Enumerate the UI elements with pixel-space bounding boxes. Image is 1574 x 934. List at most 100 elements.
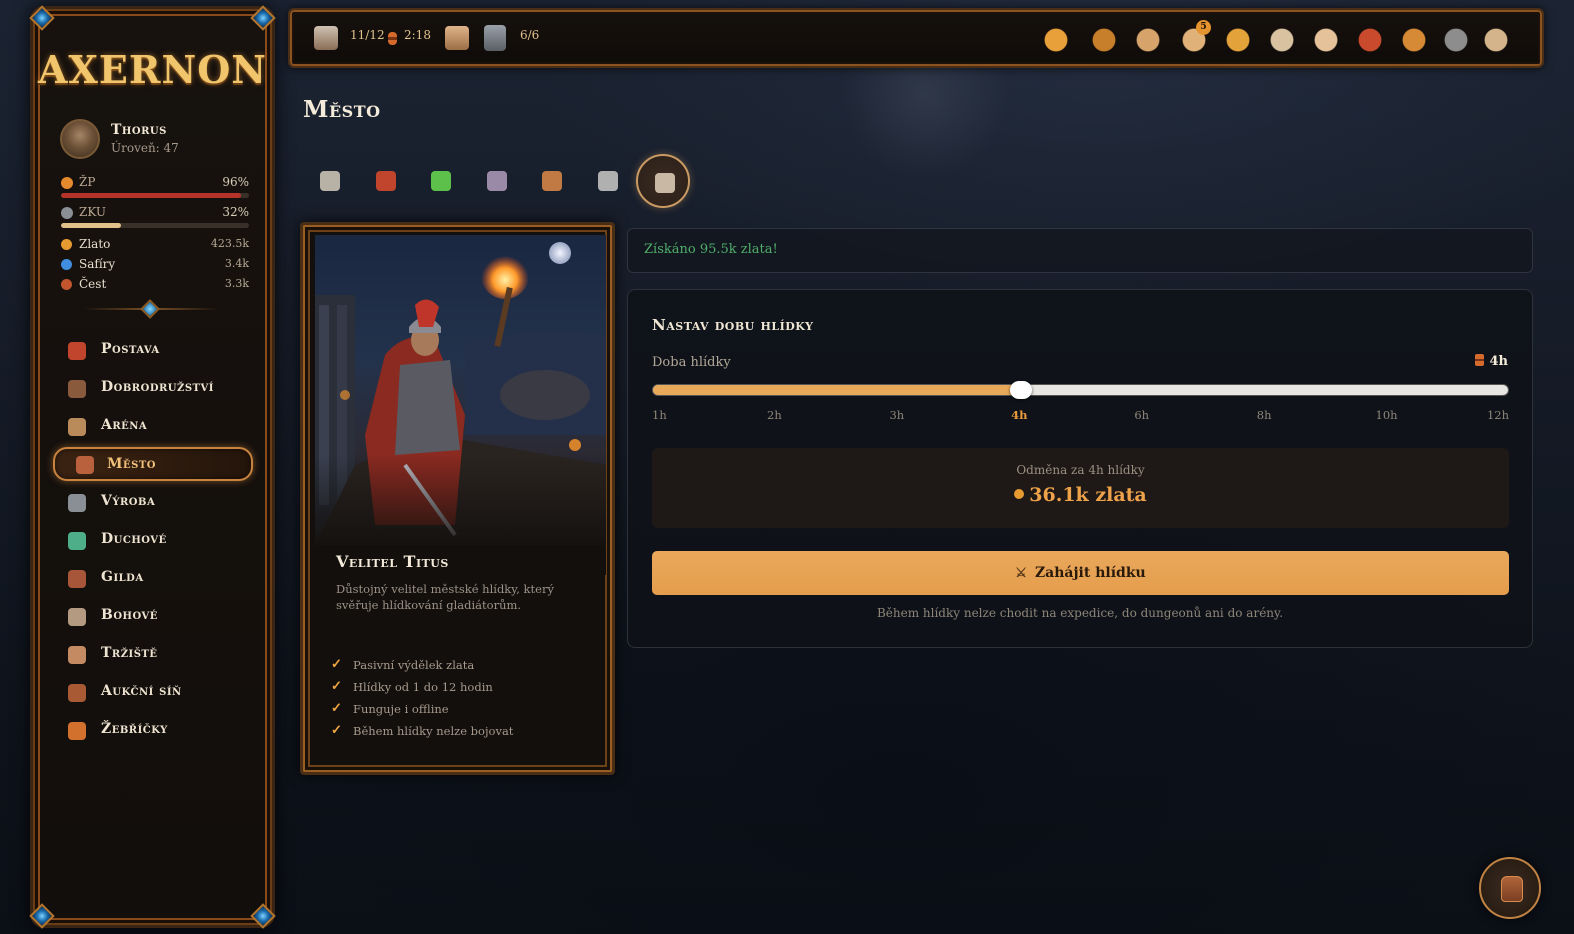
- player-name: Thorus: [111, 122, 167, 138]
- feature-text: Pasivní výdělek zlata: [353, 658, 475, 672]
- npc-name: Velitel Titus: [336, 552, 449, 571]
- inventory-button[interactable]: [1479, 857, 1541, 919]
- sidebar-item-label: Bohové: [101, 607, 158, 623]
- resource-value: 423.5k: [210, 237, 249, 250]
- sidebar-item-dobrodružství[interactable]: Dobrodružství: [53, 369, 253, 407]
- success-alert: Získáno 95.5k zlata!: [627, 228, 1533, 273]
- sidebar-item-label: Výroba: [101, 493, 156, 509]
- duration-ticks: 1h 2h 3h 4h 6h 8h 10h 12h: [652, 408, 1509, 424]
- hp-label: ŽP: [79, 175, 96, 189]
- sidebar-item-gilda[interactable]: Gilda: [53, 559, 253, 597]
- treasure-map-icon[interactable]: [1134, 26, 1162, 54]
- feature-item: ✓ Funguje i offline: [331, 701, 591, 723]
- potion-icon: [431, 171, 451, 191]
- god-statue-icon: [68, 608, 86, 626]
- npc-card: Velitel Titus Důstojný velitel městské h…: [300, 222, 615, 775]
- expeditions-counter: 11/12: [350, 28, 385, 42]
- tick-label[interactable]: 10h: [1376, 408, 1398, 422]
- city-icon: [76, 456, 94, 474]
- duration-value-text: 4h: [1489, 354, 1509, 369]
- sidebar-item-bohové[interactable]: Bohové: [53, 597, 253, 635]
- xp-icon: [61, 207, 73, 219]
- resource-row: Čest 3.3k: [61, 277, 249, 293]
- tab-market[interactable]: [525, 154, 579, 208]
- npc-description: Důstojný velitel městské hlídky, který s…: [336, 582, 554, 612]
- tab-watch[interactable]: [636, 154, 690, 208]
- tab-training[interactable]: [581, 154, 635, 208]
- crown-icon[interactable]: [1042, 26, 1070, 54]
- tower-icon[interactable]: [484, 25, 506, 51]
- tick-label[interactable]: 1h: [652, 408, 667, 422]
- ornament-gem-icon: [27, 3, 57, 33]
- mail-icon[interactable]: [1312, 26, 1340, 54]
- crossed-swords-icon: ⚔: [1015, 566, 1027, 581]
- colosseum-icon[interactable]: [445, 26, 469, 50]
- sidebar-item-duchové[interactable]: Duchové: [53, 521, 253, 559]
- check-icon: ✓: [331, 723, 342, 738]
- check-icon: ✓: [331, 701, 342, 716]
- player-level: Úroveň: 47: [111, 141, 179, 155]
- sidebar-item-výroba[interactable]: Výroba: [53, 483, 253, 521]
- page-title: Město: [303, 96, 381, 123]
- tab-blacksmith[interactable]: [303, 154, 357, 208]
- sidebar-item-postava[interactable]: Postava: [53, 331, 253, 369]
- feature-item: ✓ Během hlídky nelze bojovat: [331, 723, 591, 745]
- sidebar-item-label: Dobrodružství: [101, 379, 214, 395]
- reward-amount: 36.1k zlata: [652, 484, 1509, 506]
- hourglass-icon: [388, 32, 397, 45]
- hammer-icon: [68, 494, 86, 512]
- hourglass-icon: [1474, 354, 1484, 366]
- sidebar-item-žebříčky[interactable]: Žebříčky: [53, 711, 253, 749]
- boot-icon[interactable]: [314, 26, 338, 50]
- game-logo: AXERNON: [37, 47, 268, 92]
- quest-scroll-icon[interactable]: 5: [1180, 20, 1211, 54]
- resource-row: Safíry 3.4k: [61, 257, 249, 273]
- tab-armorer[interactable]: [359, 154, 413, 208]
- player-card[interactable]: Thorus Úroveň: 47: [60, 119, 250, 163]
- temple-icon[interactable]: [1482, 26, 1510, 54]
- gear-icon[interactable]: [1442, 26, 1470, 54]
- tick-label[interactable]: 3h: [889, 408, 904, 422]
- resource-value: 3.3k: [224, 277, 249, 290]
- market-icon: [68, 646, 86, 664]
- scroll-icon[interactable]: [1268, 26, 1296, 54]
- adventurer-icon: [68, 380, 86, 398]
- resource-label: Zlato: [79, 237, 111, 251]
- hp-stat: ŽP 96%: [61, 175, 249, 191]
- medal-icon[interactable]: [1356, 26, 1384, 54]
- start-watch-label: Zahájit hlídku: [1034, 565, 1146, 581]
- help-icon[interactable]: [1400, 26, 1428, 54]
- hp-bar-fill: [61, 193, 242, 198]
- sidebar-item-label: Město: [107, 456, 156, 472]
- xp-value: 32%: [222, 205, 249, 219]
- avatar[interactable]: [60, 119, 100, 159]
- sidebar-item-aréna[interactable]: Aréna: [53, 407, 253, 445]
- reward-box: Odměna za 4h hlídky 36.1k zlata: [652, 448, 1509, 528]
- sidebar-item-label: Postava: [101, 341, 160, 357]
- tab-alchemist[interactable]: [414, 154, 468, 208]
- tab-magic[interactable]: [470, 154, 524, 208]
- sidebar-item-aukční síň[interactable]: Aukční síň: [53, 673, 253, 711]
- sidebar-item-label: Gilda: [101, 569, 144, 585]
- wheel-icon[interactable]: [1090, 26, 1118, 54]
- expedition-timer: 2:18: [404, 28, 431, 42]
- feature-text: Funguje i offline: [353, 702, 449, 716]
- sidebar-item-tržiště[interactable]: Tržiště: [53, 635, 253, 673]
- tick-label[interactable]: 6h: [1134, 408, 1149, 422]
- slider-thumb[interactable]: [1009, 381, 1032, 399]
- auction-icon: [68, 684, 86, 702]
- trophy-icon[interactable]: [1224, 26, 1252, 54]
- tick-label[interactable]: 2h: [767, 408, 782, 422]
- tick-label[interactable]: 4h: [1011, 408, 1027, 422]
- tick-label[interactable]: 12h: [1487, 408, 1509, 422]
- main-nav: Postava Dobrodružství Aréna Město Výroba…: [53, 331, 253, 749]
- duration-slider[interactable]: [652, 381, 1509, 399]
- slider-fill: [653, 385, 1021, 395]
- watch-panel: Nastav dobu hlídky Doba hlídky 4h 1h 2h 3h…: [627, 289, 1533, 648]
- sidebar-item-label: Duchové: [101, 531, 167, 547]
- top-bar: 11/12 2:18 6/6 5: [288, 8, 1544, 68]
- hp-value: 96%: [222, 175, 249, 189]
- sidebar-item-město[interactable]: Město: [53, 447, 253, 481]
- tick-label[interactable]: 8h: [1257, 408, 1272, 422]
- start-watch-button[interactable]: ⚔ Zahájit hlídku: [652, 551, 1509, 595]
